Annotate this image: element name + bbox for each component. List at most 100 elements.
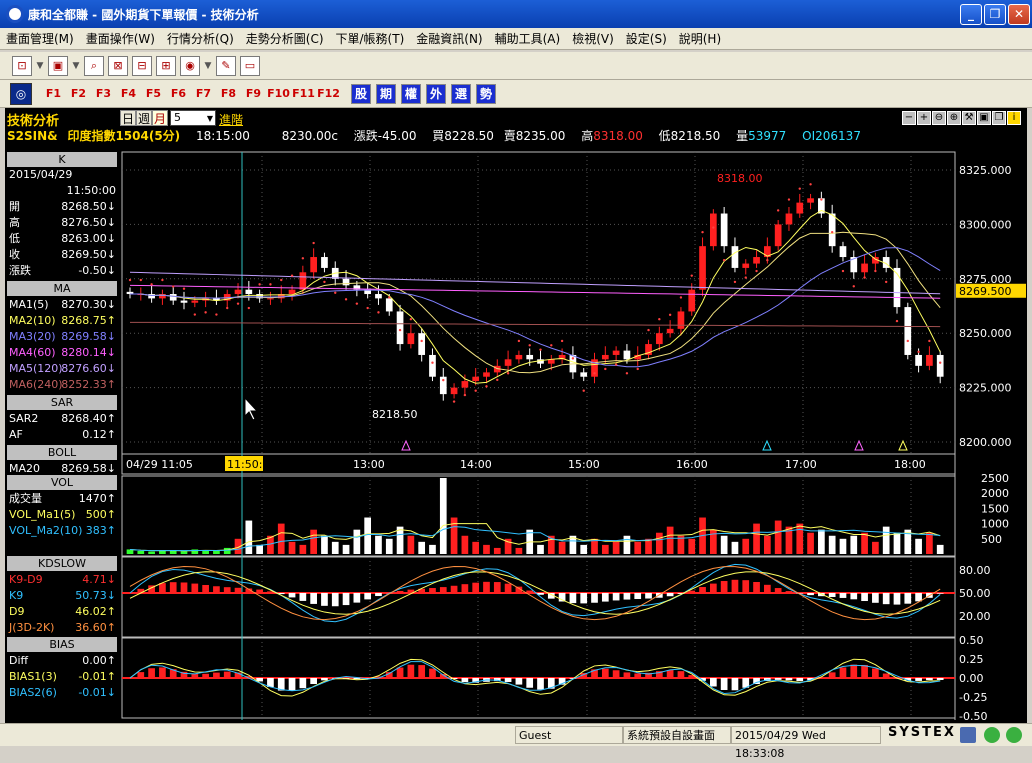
fkey-f9-button[interactable]: F9 [241,83,266,105]
candle-body-55 [721,214,728,247]
category-button-3[interactable]: 外 [426,84,446,104]
magnify-plus-icon[interactable]: ⊕ [947,111,961,125]
split-icon[interactable]: ⊞ [156,56,176,76]
fkey-f3-button[interactable]: F3 [91,83,116,105]
volume-bar-17 [310,530,317,554]
pen-icon[interactable]: ✎ [216,56,236,76]
info-bar: 技術分析 日 週 月 5 進階 − + ⊖ ⊕ ⚒ ▣ ❐ i S2SIN& 印… [5,108,1027,144]
fkey-f11-button[interactable]: F11 [291,83,316,105]
screenshot-icon[interactable]: ▭ [240,56,260,76]
interval-select[interactable]: 5 [170,110,216,126]
window-icon[interactable]: ❐ [992,111,1006,125]
zoom-in-icon[interactable]: + [917,111,931,125]
ma-row-5-value: 8252.33↑ [61,377,116,393]
category-button-5[interactable]: 勢 [476,84,496,104]
volume-bar-52 [688,539,695,554]
sar-dot-28 [431,362,433,364]
save-icon[interactable]: ▣ [977,111,991,125]
menu-item-4[interactable]: 下單/帳務(T) [330,30,411,47]
period-month-button[interactable]: 月 [152,110,168,126]
fkey-f6-button[interactable]: F6 [166,83,191,105]
ma-section-header[interactable]: MA [7,281,117,296]
ma-row-4-value: 8276.60↓ [61,361,116,377]
search-icon[interactable]: ⌕ [84,56,104,76]
candle-body-15 [289,290,296,294]
menu-item-0[interactable]: 畫面管理(M) [0,30,80,47]
menu-item-9[interactable]: 說明(H) [673,30,727,47]
network-icon[interactable] [960,727,976,743]
tile-icon[interactable]: ⊟ [132,56,152,76]
volume-bar-74 [926,533,933,554]
sar-dot-25 [399,329,401,331]
menu-item-2[interactable]: 行情分析(Q) [161,30,240,47]
kd-histogram-bar-73 [915,593,922,601]
dropdown-arrow-icon[interactable]: ▼ [72,61,80,71]
fkey-f7-button[interactable]: F7 [191,83,216,105]
maximize-button[interactable]: ❐ [984,4,1006,25]
fkey-f10-button[interactable]: F10 [266,83,291,105]
kd-histogram-bar-12 [256,590,263,593]
dropdown-arrow-icon[interactable]: ▼ [36,61,44,71]
fkey-f8-button[interactable]: F8 [216,83,241,105]
kd-histogram-bar-23 [375,593,382,596]
info-icon[interactable]: i [1007,111,1021,125]
dropdown-arrow-icon[interactable]: ▼ [204,61,212,71]
kd-row-1-value: 50.73↓ [75,588,116,604]
title-bar: 康和全都賺 - 國外期貨下單報價 - 技術分析 _ ❐ ✕ [0,0,1032,28]
menu-item-8[interactable]: 設定(S) [620,30,673,47]
globe-icon[interactable]: ◉ [180,56,200,76]
monitor-icon[interactable]: ▣ [48,56,68,76]
close-button[interactable]: ✕ [1008,4,1030,25]
menu-item-6[interactable]: 輔助工具(A) [489,30,567,47]
candle-body-18 [321,257,328,268]
period-week-button[interactable]: 週 [136,110,152,126]
kd-histogram-bar-68 [861,593,868,601]
sar-section-header[interactable]: SAR [7,395,117,410]
menu-item-1[interactable]: 畫面操作(W) [80,30,161,47]
fkey-f4-button[interactable]: F4 [116,83,141,105]
sar-dot-34 [496,379,498,381]
chart-canvas[interactable]: 8325.0008300.0008275.0008250.0008225.000… [5,108,1027,723]
kd-histogram-bar-18 [321,593,328,606]
k-section-header[interactable]: K [7,152,117,167]
fkey-f1-button[interactable]: F1 [41,83,66,105]
category-button-2[interactable]: 權 [401,84,421,104]
price-tick-label-1: 8300.000 [959,218,1012,231]
vol-section-header[interactable]: VOL [7,475,117,490]
menu-item-3[interactable]: 走勢分析圖(C) [240,30,330,47]
bias-section-header[interactable]: BIAS [7,637,117,652]
minimize-button[interactable]: _ [960,4,982,25]
kd-histogram-bar-60 [775,588,782,593]
boll-section-header[interactable]: BOLL [7,445,117,460]
volume-bar-38 [537,545,544,554]
magnify-minus-icon[interactable]: ⊖ [932,111,946,125]
tools-icon[interactable]: ⚒ [962,111,976,125]
category-button-4[interactable]: 選 [451,84,471,104]
sar-dot-10 [237,302,239,304]
menu-item-5[interactable]: 金融資訊(N) [410,30,488,47]
volume-bar-69 [872,542,879,554]
menu-item-7[interactable]: 檢視(V) [566,30,620,47]
period-day-button[interactable]: 日 [120,110,136,126]
kd-histogram-bar-75 [937,593,944,594]
close-window-icon[interactable]: ⊠ [108,56,128,76]
vol-row-2: VOL_Ma2(10)383↑ [7,523,119,539]
category-button-0[interactable]: 股 [351,84,371,104]
kd-histogram-bar-33 [483,582,490,593]
bias-row-0-value: 0.00↑ [82,653,116,669]
bias-bar-3 [159,667,166,678]
advanced-link[interactable]: 進階 [219,111,243,128]
price-tick-label-4: 8225.000 [959,382,1012,395]
category-button-1[interactable]: 期 [376,84,396,104]
candle-body-32 [472,377,479,381]
fkey-f5-button[interactable]: F5 [141,83,166,105]
fkey-f2-button[interactable]: F2 [66,83,91,105]
brand-logo-icon[interactable]: ◎ [10,83,32,105]
sar-dot-62 [799,187,801,189]
zoom-out-icon[interactable]: − [902,111,916,125]
quote-time: 18:15:00 [196,129,250,143]
sar-dot-36 [518,340,520,342]
layout-icon[interactable]: ⊡ [12,56,32,76]
kdslow-section-header[interactable]: KDSLOW [7,556,117,571]
fkey-f12-button[interactable]: F12 [316,83,341,105]
